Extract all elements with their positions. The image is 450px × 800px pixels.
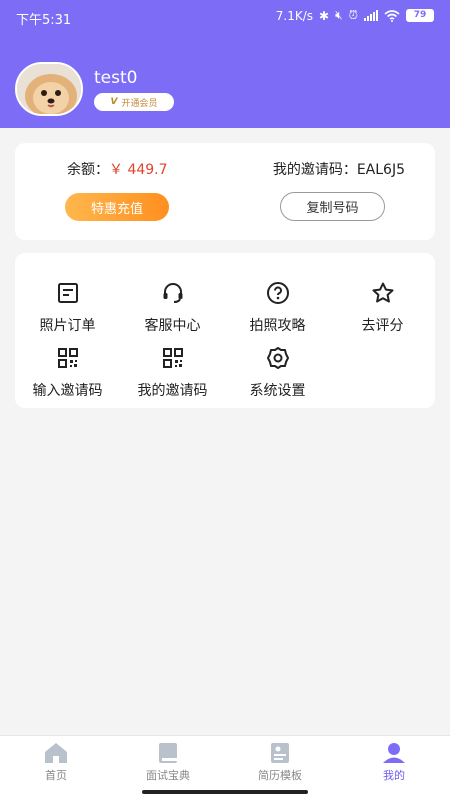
wifi-icon [384,9,400,22]
menu-item-enter-invite-code[interactable]: 输入邀请码 [15,346,120,406]
menu-label: 输入邀请码 [32,383,103,399]
net-speed: 7.1K/s [275,8,313,23]
resume-icon [271,743,289,763]
tab-resume-templates[interactable]: 简历模板 [224,742,336,786]
signal-icon [364,10,378,21]
menu-item-photo-guide[interactable]: 拍照攻略 [225,281,330,341]
gear-icon [266,347,289,369]
help-icon [266,282,289,304]
home-icon [45,743,67,763]
balance-label: 余额： [67,162,109,178]
menu-label: 系统设置 [249,383,306,399]
dog-avatar-image [17,64,81,114]
battery-icon: 79 [406,9,434,22]
menu-label: 照片订单 [39,318,96,334]
menu-item-customer-service[interactable]: 客服中心 [120,281,225,341]
tab-label: 面试宝典 [146,769,190,782]
bluetooth-icon: ✱ [319,8,330,23]
balance-row: 余额：￥ 449.7 [67,159,168,179]
status-bar: 下午5:31 7.1K/s ✱ 🔇︎ ⏰︎ 79 [0,0,450,32]
tab-label: 首页 [45,769,67,782]
alarm-icon: ⏰︎ [348,8,358,22]
menu-label: 拍照攻略 [249,318,306,334]
invite-code-label: 我的邀请码：EAL6J5 [272,162,405,178]
star-icon [372,282,393,303]
menu-item-photo-orders[interactable]: 照片订单 [15,281,120,341]
qrcode-icon [57,348,78,368]
mute-icon: 🔇︎ [335,8,343,22]
avatar[interactable] [15,62,83,116]
menu-label: 我的邀请码 [137,383,208,399]
open-membership-button[interactable]: V 开通会员 [94,93,174,111]
user-icon [383,743,405,763]
menu-label: 去评分 [361,318,404,334]
vip-icon: V [110,97,118,107]
balance-card: 余额：￥ 449.7 我的邀请码：EAL6J5 特惠充值 复制号码 [15,143,435,240]
copy-code-button[interactable]: 复制号码 [280,192,385,221]
headset-icon [163,283,182,303]
book-icon [159,743,177,763]
balance-value: ￥ 449.7 [109,162,168,178]
status-time: 下午5:31 [16,13,72,28]
status-icons: 7.1K/s ✱ 🔇︎ ⏰︎ 79 [276,8,434,23]
username: test0 [94,68,138,88]
qrcode-icon [162,348,183,368]
menu-item-rate[interactable]: 去评分 [330,281,435,341]
tab-label: 简历模板 [258,769,302,782]
home-indicator [142,790,308,794]
order-icon [57,283,78,303]
tab-label: 我的 [383,769,405,782]
tab-home[interactable]: 首页 [0,742,112,786]
tab-mine[interactable]: 我的 [338,742,450,786]
menu-card: 照片订单 客服中心 拍照攻略 去评分 输入邀请码 我的邀请码 系统设置 [15,253,435,408]
recharge-button[interactable]: 特惠充值 [65,193,169,221]
menu-item-settings[interactable]: 系统设置 [225,346,330,406]
menu-item-my-invite-code[interactable]: 我的邀请码 [120,346,225,406]
menu-label: 客服中心 [144,318,201,334]
tab-interview-guide[interactable]: 面试宝典 [112,742,224,786]
member-label: 开通会员 [121,98,158,109]
